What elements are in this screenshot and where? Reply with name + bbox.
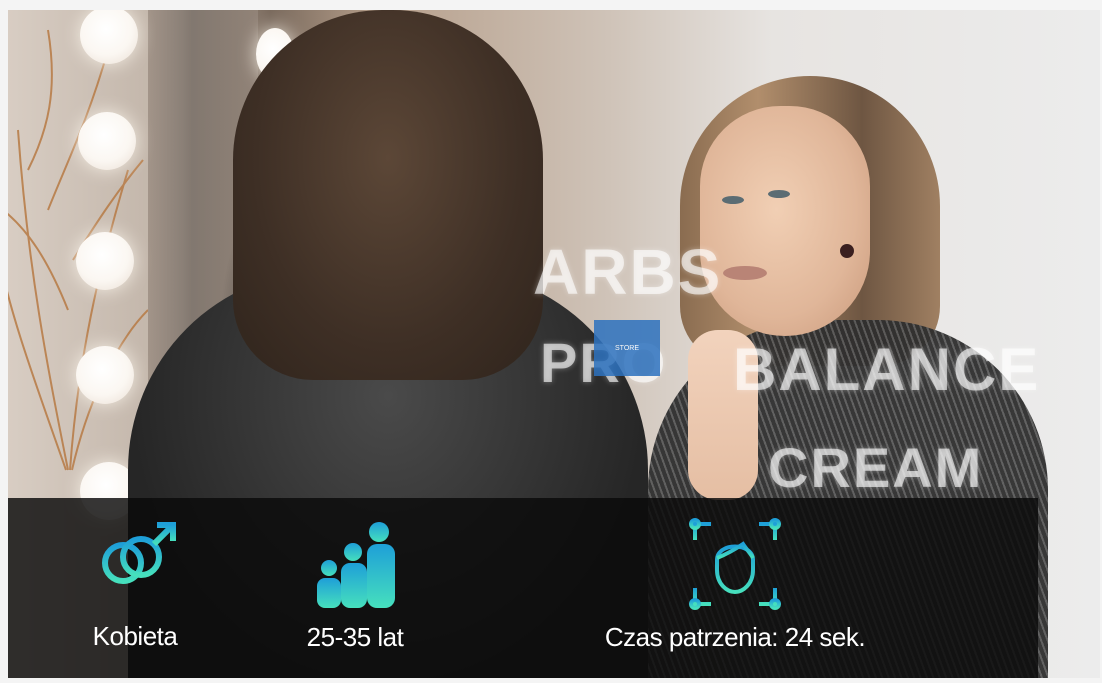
age-group-icon — [317, 522, 395, 608]
eye — [722, 196, 744, 204]
eye — [768, 190, 790, 198]
light-bulb — [76, 346, 134, 404]
watch-time-label: Czas patrzenia: 24 sek. — [604, 622, 866, 652]
gender-icon — [102, 522, 176, 607]
product-badge: STORE — [594, 320, 660, 376]
gender-stat: Kobieta — [70, 517, 200, 652]
hologram-text: BALANCE — [733, 336, 1041, 403]
hologram-text: ARBS — [533, 236, 723, 308]
face-scan-icon — [687, 516, 783, 612]
light-bulb — [78, 112, 136, 170]
age-stat: 25-35 lat — [270, 520, 440, 653]
lips — [723, 266, 767, 280]
viewer-hair — [233, 10, 543, 380]
age-label: 25-35 lat — [306, 622, 404, 652]
watch-time-stat: Czas patrzenia: 24 sek. — [560, 514, 910, 653]
light-bulb — [76, 232, 134, 290]
gender-label: Kobieta — [92, 621, 178, 651]
earring — [840, 244, 854, 258]
reflection-face — [700, 106, 870, 336]
hologram-text: CREAM — [768, 436, 984, 499]
